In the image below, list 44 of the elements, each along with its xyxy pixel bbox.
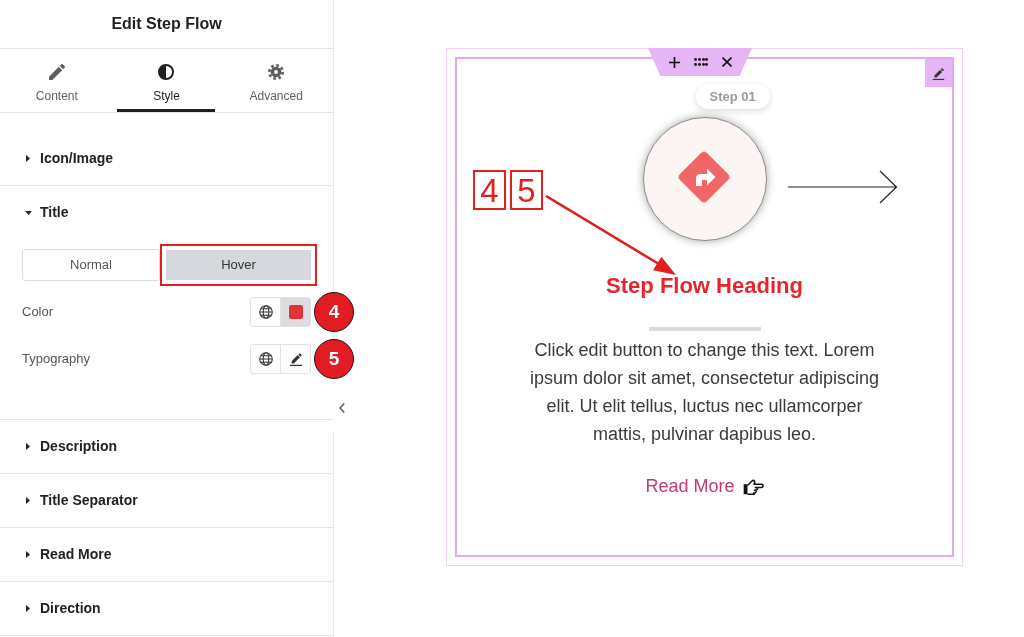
- callout-badge: 4: [314, 292, 354, 332]
- caret-right-icon: [26, 497, 30, 504]
- section-header[interactable]: Direction: [0, 582, 333, 635]
- pencil-icon: [288, 352, 303, 366]
- edit-widget-button[interactable]: [925, 59, 952, 87]
- caret-right-icon: [26, 443, 30, 450]
- callout-label: 4: [473, 170, 506, 210]
- state-toggle[interactable]: Hover: [166, 250, 311, 280]
- tab[interactable]: Advanced: [227, 49, 326, 112]
- step-description: Click edit button to change this text. Lorem ipsum dolor sit amet, consectetur adipiscing elit. Ut elit tellus, luctus nec ullamcorper mattis, pulvinar dapibus leo.: [528, 339, 881, 446]
- pencil-icon: [48, 64, 65, 80]
- tab[interactable]: Style: [117, 49, 216, 112]
- globe-icon: [258, 352, 273, 366]
- pencil-icon: [932, 66, 945, 80]
- state-toggle[interactable]: Normal: [22, 249, 160, 281]
- globe-icon: [258, 305, 273, 319]
- read-more-link[interactable]: Read More: [645, 472, 764, 500]
- color-picker-button[interactable]: [281, 298, 310, 326]
- caret-right-icon: [26, 551, 30, 558]
- caret-right-icon: [26, 605, 30, 612]
- section-header[interactable]: Title: [0, 186, 333, 239]
- pointing-hand-icon: [742, 477, 764, 495]
- panel-title: Edit Step Flow: [111, 14, 222, 34]
- chevron-left-icon: [339, 403, 345, 413]
- drag-handle-icon[interactable]: [693, 58, 708, 66]
- section-header[interactable]: Read More: [0, 528, 333, 581]
- plus-icon[interactable]: [668, 56, 680, 68]
- section-header[interactable]: Title Separator: [0, 474, 333, 527]
- control-label: Typography: [22, 350, 91, 369]
- close-icon[interactable]: [721, 57, 732, 67]
- settings-icon: [268, 64, 285, 80]
- callout-badge: 5: [314, 339, 354, 379]
- tab[interactable]: Content: [7, 49, 106, 112]
- step-label: Step 01: [695, 84, 770, 109]
- caret-right-icon: [26, 155, 30, 162]
- contrast-icon: [158, 64, 175, 80]
- turn-right-sign-icon: [676, 150, 731, 204]
- control-label: Color: [22, 303, 55, 322]
- section-header[interactable]: Description: [0, 420, 333, 473]
- step-title: Step Flow Heading: [606, 272, 803, 300]
- right-arrow-icon: [787, 170, 898, 204]
- section-header[interactable]: Icon/Image: [0, 132, 333, 185]
- caret-down-icon: [25, 210, 32, 215]
- callout-label: 5: [510, 170, 543, 210]
